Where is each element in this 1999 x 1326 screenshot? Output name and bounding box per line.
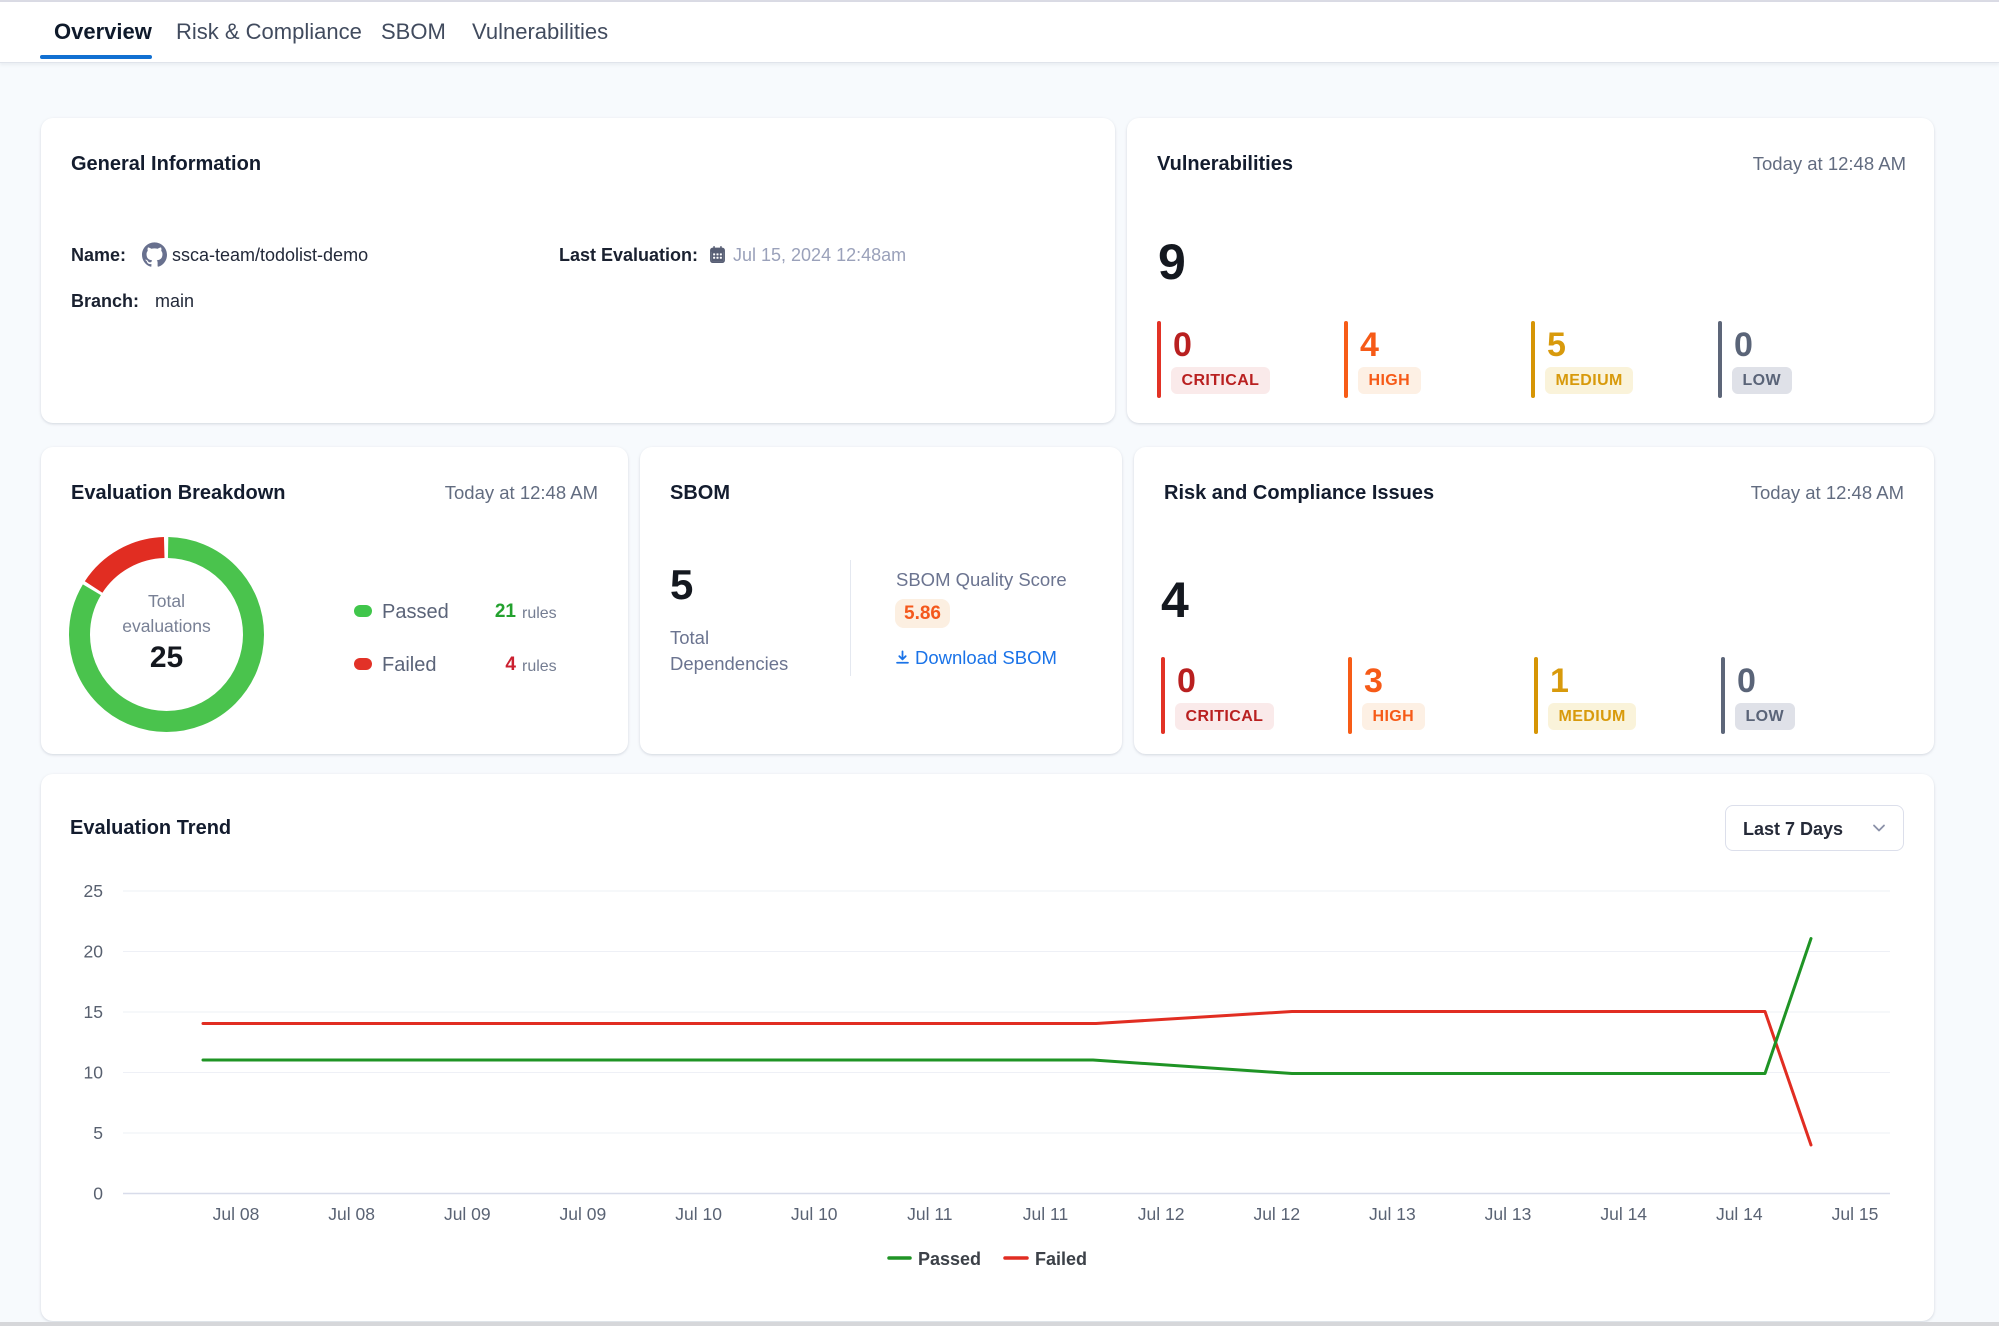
svg-text:Jul 11: Jul 11 xyxy=(907,1204,952,1224)
svg-text:25: 25 xyxy=(84,881,103,901)
svg-text:Jul 13: Jul 13 xyxy=(1485,1204,1532,1224)
svg-text:Jul 08: Jul 08 xyxy=(213,1204,260,1224)
svg-text:Jul 14: Jul 14 xyxy=(1716,1204,1763,1224)
svg-text:Jul 10: Jul 10 xyxy=(791,1204,838,1224)
svg-text:Failed: Failed xyxy=(1035,1249,1087,1269)
svg-text:Jul 14: Jul 14 xyxy=(1600,1204,1647,1224)
svg-text:Jul 11: Jul 11 xyxy=(1023,1204,1068,1224)
svg-text:Jul 15: Jul 15 xyxy=(1832,1204,1879,1224)
svg-text:Jul 10: Jul 10 xyxy=(675,1204,722,1224)
svg-text:Jul 12: Jul 12 xyxy=(1253,1204,1300,1224)
svg-text:20: 20 xyxy=(84,942,104,962)
svg-text:Passed: Passed xyxy=(918,1249,981,1269)
svg-text:Jul 13: Jul 13 xyxy=(1369,1204,1416,1224)
svg-text:0: 0 xyxy=(93,1184,103,1204)
svg-text:10: 10 xyxy=(84,1063,104,1083)
svg-text:5: 5 xyxy=(93,1123,103,1143)
svg-text:Jul 09: Jul 09 xyxy=(444,1204,491,1224)
svg-text:Jul 08: Jul 08 xyxy=(328,1204,375,1224)
svg-text:15: 15 xyxy=(84,1002,103,1022)
svg-text:Jul 12: Jul 12 xyxy=(1138,1204,1185,1224)
svg-text:Jul 09: Jul 09 xyxy=(560,1204,607,1224)
